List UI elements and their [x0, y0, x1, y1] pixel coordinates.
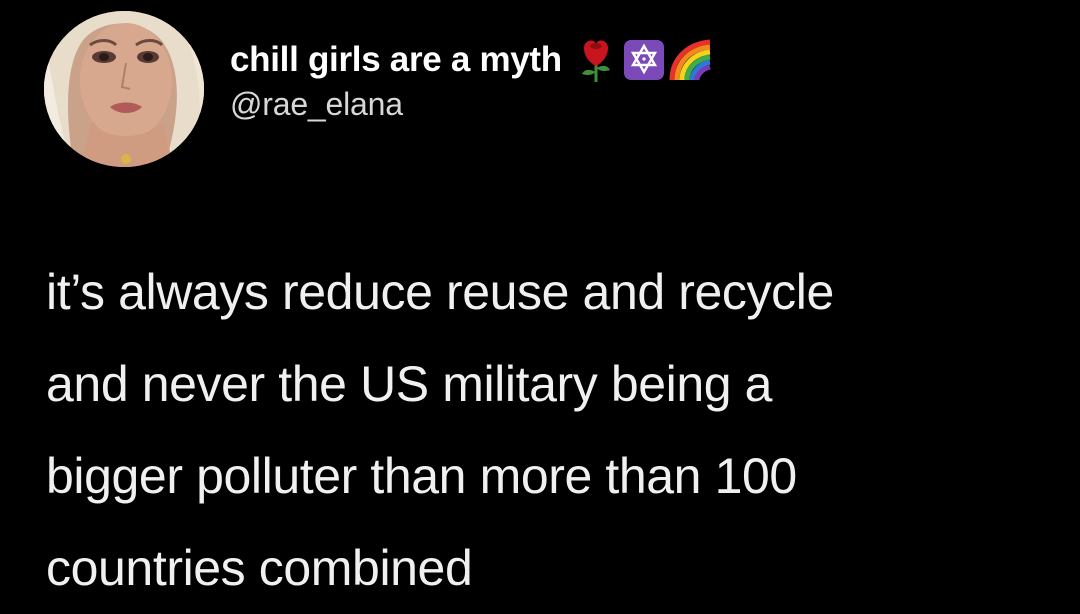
tweet-text-line: bigger polluter than more than 100 [46, 448, 797, 504]
display-name[interactable]: chill girls are a myth [230, 36, 562, 84]
tweet-text: it’s always reduce reuse and recycle and… [46, 246, 1076, 614]
rose-emoji-icon [576, 38, 616, 82]
avatar-image [44, 11, 204, 167]
user-handle[interactable]: @rae_elana [230, 84, 1030, 124]
tweet-text-line: it’s always reduce reuse and recycle [46, 264, 834, 320]
name-row: chill girls are a myth [230, 36, 1030, 84]
star-of-david-emoji-icon [622, 38, 664, 82]
tweet-text-line: and never the US military being a [46, 356, 773, 412]
tweet-header: chill girls are a myth @rae_elana [230, 36, 1030, 136]
tweet-card: chill girls are a myth @rae_elana it’s a… [0, 0, 1080, 614]
avatar[interactable] [44, 11, 204, 167]
tweet-text-line: countries combined [46, 540, 473, 596]
rainbow-emoji-icon [668, 38, 711, 82]
